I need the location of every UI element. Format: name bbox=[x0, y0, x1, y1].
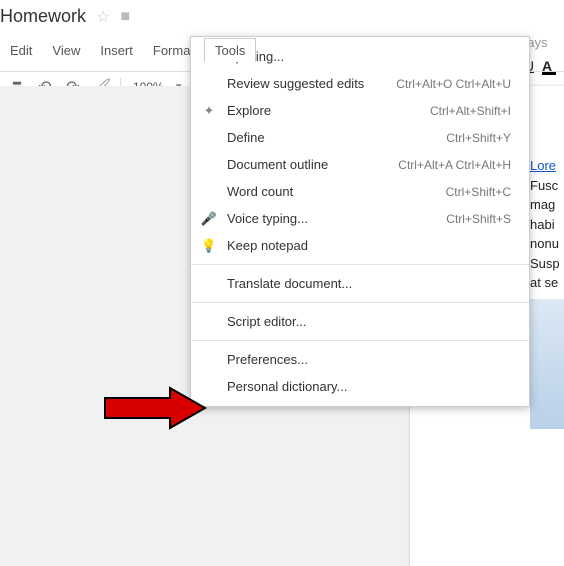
doc-text: nonu bbox=[530, 236, 559, 251]
doc-text: Susp bbox=[530, 256, 560, 271]
menu-item-review[interactable]: Review suggested editsCtrl+Alt+O Ctrl+Al… bbox=[191, 70, 529, 97]
doc-title: Homework bbox=[0, 6, 86, 27]
explore-icon: ✦ bbox=[201, 103, 217, 119]
menu-item-outline[interactable]: Document outlineCtrl+Alt+A Ctrl+Alt+H bbox=[191, 151, 529, 178]
doc-text: habi bbox=[530, 217, 555, 232]
menu-item-keep[interactable]: 💡Keep notepad bbox=[191, 232, 529, 259]
menu-item-translate[interactable]: Translate document... bbox=[191, 270, 529, 297]
menu-edit[interactable]: Edit bbox=[0, 39, 42, 62]
tools-dropdown: Spelling... Review suggested editsCtrl+A… bbox=[190, 36, 530, 407]
doc-text: at se bbox=[530, 275, 558, 290]
shortcut: Ctrl+Shift+Y bbox=[446, 131, 511, 145]
menu-insert[interactable]: Insert bbox=[90, 39, 143, 62]
menu-item-script[interactable]: Script editor... bbox=[191, 308, 529, 335]
mic-icon: 🎤 bbox=[201, 211, 217, 227]
bulb-icon: 💡 bbox=[201, 238, 217, 254]
menu-tools[interactable]: Tools bbox=[204, 38, 256, 62]
menu-item-explore[interactable]: ✦ExploreCtrl+Alt+Shift+I bbox=[191, 97, 529, 124]
menu-item-wordcount[interactable]: Word countCtrl+Shift+C bbox=[191, 178, 529, 205]
shortcut: Ctrl+Shift+S bbox=[446, 212, 511, 226]
doc-link[interactable]: Lore bbox=[530, 158, 556, 173]
menu-item-dictionary[interactable]: Personal dictionary... bbox=[191, 373, 529, 400]
menu-separator bbox=[191, 340, 529, 341]
menu-view[interactable]: View bbox=[42, 39, 90, 62]
menu-item-define[interactable]: DefineCtrl+Shift+Y bbox=[191, 124, 529, 151]
shortcut: Ctrl+Alt+Shift+I bbox=[430, 104, 511, 118]
doc-text: mag bbox=[530, 197, 555, 212]
text-color-button[interactable]: A bbox=[542, 58, 556, 75]
shortcut: Ctrl+Shift+C bbox=[446, 185, 511, 199]
doc-image bbox=[530, 299, 564, 429]
shortcut: Ctrl+Alt+A Ctrl+Alt+H bbox=[398, 158, 511, 172]
folder-icon[interactable]: ■ bbox=[120, 8, 130, 26]
menu-separator bbox=[191, 302, 529, 303]
callout-arrow-icon bbox=[100, 386, 210, 430]
menu-item-preferences[interactable]: Preferences... bbox=[191, 346, 529, 373]
menu-item-voice[interactable]: 🎤Voice typing...Ctrl+Shift+S bbox=[191, 205, 529, 232]
menu-separator bbox=[191, 264, 529, 265]
shortcut: Ctrl+Alt+O Ctrl+Alt+U bbox=[396, 77, 511, 91]
star-icon[interactable]: ☆ bbox=[96, 7, 110, 27]
doc-text: Fusc bbox=[530, 178, 558, 193]
